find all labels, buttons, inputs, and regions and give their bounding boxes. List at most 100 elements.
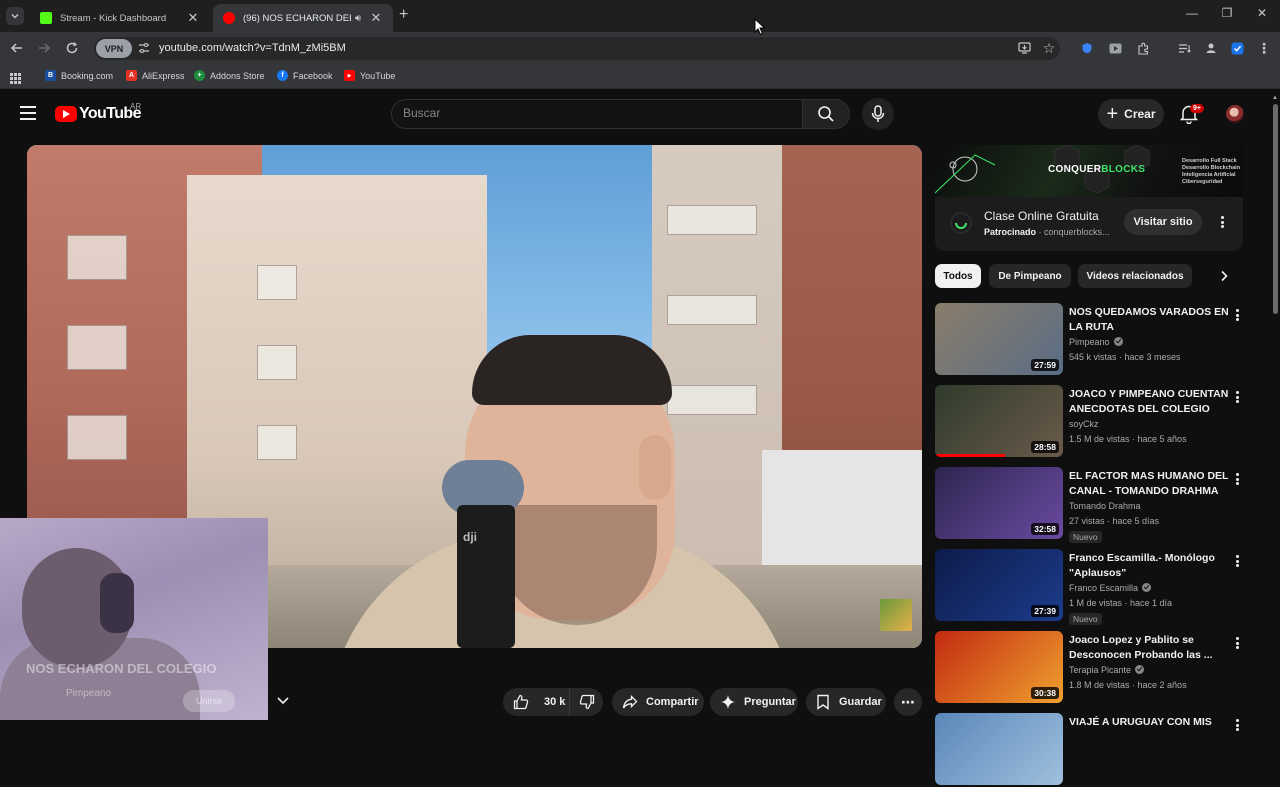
video-title[interactable]: Franco Escamilla.- Monólogo "Aplausos" <box>1069 551 1229 581</box>
chip-de-pimpeano[interactable]: De Pimpeano <box>989 264 1071 288</box>
video-more-icon[interactable] <box>1232 389 1242 405</box>
extension-shield-icon[interactable] <box>1080 41 1094 55</box>
chip-todos[interactable]: Todos <box>935 264 981 288</box>
channel-name[interactable]: Tomando Drahma <box>1069 501 1141 511</box>
video-duration: 27:39 <box>1031 605 1059 617</box>
browser-tab-strip: Stream - Kick Dashboard ✕ (96) NOS ECHAR… <box>0 0 1280 32</box>
chip-videos-relacionados[interactable]: Videos relacionados <box>1078 264 1192 288</box>
create-label: Crear <box>1124 107 1156 121</box>
bookmark-aliexpress[interactable]: A AliExpress <box>126 70 185 81</box>
search-input[interactable]: Buscar <box>403 106 440 120</box>
headset-icon <box>100 573 134 633</box>
video-thumbnail[interactable]: 27:59 <box>935 303 1063 375</box>
extension-video-icon[interactable] <box>1108 41 1122 55</box>
video-more-icon[interactable] <box>1232 553 1242 569</box>
reading-list-icon[interactable] <box>1177 41 1191 55</box>
video-thumbnail[interactable] <box>935 713 1063 785</box>
user-avatar[interactable] <box>1226 105 1244 123</box>
profile-icon[interactable] <box>1204 41 1218 55</box>
close-window-icon[interactable]: ✕ <box>1245 6 1279 20</box>
recommended-video[interactable]: 28:58 JOACO Y PIMPEANO CUENTAN ANECDOTAS D… <box>935 385 1245 459</box>
tab-search-chevron-icon[interactable] <box>6 7 24 25</box>
new-tab-button[interactable]: + <box>399 6 408 24</box>
audio-playing-icon[interactable]: 🔊︎ <box>351 13 365 24</box>
video-meta: 1.8 M de vistas · hace 2 años <box>1069 680 1187 690</box>
tab-kick-dashboard[interactable]: Stream - Kick Dashboard ✕ <box>30 4 210 32</box>
video-more-icon[interactable] <box>1232 717 1242 733</box>
search-button[interactable] <box>802 99 850 129</box>
video-thumbnail[interactable]: 27:39 <box>935 549 1063 621</box>
expand-chevron-icon[interactable] <box>275 692 291 708</box>
recommended-video[interactable]: 27:39 Franco Escamilla.- Monólogo "Aplauso… <box>935 549 1245 625</box>
bookmark-save-icon <box>817 694 829 710</box>
ad-more-icon[interactable] <box>1217 214 1227 230</box>
video-thumbnail[interactable]: 30:38 <box>935 631 1063 703</box>
ask-button[interactable]: Preguntar <box>710 688 798 716</box>
close-tab-icon[interactable]: ✕ <box>369 10 383 26</box>
share-button[interactable]: Compartir <box>612 688 704 716</box>
like-button[interactable]: 30 k <box>503 688 569 716</box>
bookmark-booking[interactable]: B Booking.com <box>45 70 113 81</box>
create-button[interactable]: + Crear <box>1098 99 1164 129</box>
reload-icon[interactable] <box>64 40 80 56</box>
channel-name[interactable]: Franco Escamilla <box>1069 583 1152 593</box>
forward-arrow-icon[interactable] <box>36 40 52 56</box>
bookmark-facebook[interactable]: f Facebook <box>277 70 333 81</box>
video-title[interactable]: NOS QUEDAMOS VARADOS EN LA RUTA <box>1069 305 1229 335</box>
minimize-icon[interactable]: — <box>1175 6 1209 20</box>
save-button[interactable]: Guardar <box>806 688 886 716</box>
channel-name[interactable]: soyCkz <box>1069 419 1099 429</box>
back-arrow-icon[interactable] <box>9 40 25 56</box>
ad-title[interactable]: Clase Online Gratuita <box>984 209 1099 223</box>
site-settings-icon[interactable] <box>137 41 151 55</box>
browser-menu-icon[interactable]: ⋮ <box>1257 40 1271 56</box>
bookmark-star-icon[interactable]: ☆ <box>1042 40 1056 56</box>
bookmark-youtube[interactable]: ▶ YouTube <box>344 70 395 81</box>
chevron-right-icon[interactable] <box>1214 266 1234 286</box>
dislike-button[interactable] <box>569 688 603 716</box>
recommended-video[interactable]: 27:59 NOS QUEDAMOS VARADOS EN LA RUTA Pimpe… <box>935 303 1245 377</box>
thumbs-up-icon <box>513 694 529 710</box>
recommended-video[interactable]: 30:38 Joaco Lopez y Pablito se Desconocen … <box>935 631 1245 705</box>
voice-search-button[interactable] <box>862 98 894 130</box>
recommended-video[interactable]: VIAJÉ A URUGUAY CON MIS <box>935 713 1245 787</box>
tab-title: (96) NOS ECHARON DEL COL <box>243 12 351 24</box>
addons-store-icon: + <box>194 70 205 81</box>
channel-watermark[interactable] <box>880 599 912 631</box>
url-text[interactable]: youtube.com/watch?v=TdnM_zMi5BM <box>159 42 346 54</box>
vpn-badge[interactable]: VPN <box>96 39 132 58</box>
extensions-puzzle-icon[interactable] <box>1136 41 1150 55</box>
bookmark-addons-store[interactable]: + Addons Store <box>194 70 265 81</box>
more-actions-icon[interactable]: ⋯ <box>894 688 922 716</box>
video-title[interactable]: JOACO Y PIMPEANO CUENTAN ANECDOTAS DEL CO… <box>1069 387 1229 417</box>
scrollbar-thumb[interactable] <box>1273 104 1278 314</box>
channel-name[interactable]: Pimpeano <box>1069 337 1123 347</box>
scroll-up-arrow-icon[interactable]: ▲ <box>1272 95 1278 101</box>
video-thumbnail[interactable]: 32:58 <box>935 467 1063 539</box>
search-box[interactable] <box>391 99 802 129</box>
menu-hamburger-icon[interactable] <box>20 106 36 120</box>
extension-check-icon[interactable] <box>1230 41 1244 55</box>
close-tab-icon[interactable]: ✕ <box>186 10 200 26</box>
join-button-faded[interactable]: Unirse <box>183 690 235 712</box>
channel-name-faded: Pimpeano <box>66 688 112 699</box>
install-app-icon[interactable] <box>1017 41 1031 55</box>
youtube-logo[interactable]: YouTube <box>55 105 141 123</box>
apps-grid-icon[interactable] <box>10 71 21 89</box>
video-more-icon[interactable] <box>1232 635 1242 651</box>
video-title[interactable]: Joaco Lopez y Pablito se Desconocen Proba… <box>1069 633 1229 663</box>
video-thumbnail[interactable]: 28:58 <box>935 385 1063 457</box>
video-more-icon[interactable] <box>1232 307 1242 323</box>
video-title[interactable]: EL FACTOR MAS HUMANO DEL CANAL - TOMANDO … <box>1069 469 1229 499</box>
visit-site-button[interactable]: Visitar sitio <box>1124 209 1202 235</box>
bookmark-label: Booking.com <box>61 70 114 81</box>
recommended-video[interactable]: 32:58 EL FACTOR MAS HUMANO DEL CANAL - TOM… <box>935 467 1245 543</box>
bookmark-label: Facebook <box>293 70 333 81</box>
video-title[interactable]: VIAJÉ A URUGUAY CON MIS <box>1069 715 1229 730</box>
channel-name[interactable]: Terapia Picante <box>1069 665 1145 675</box>
thumbs-down-icon <box>579 694 594 710</box>
restore-icon[interactable]: ❐ <box>1210 6 1244 20</box>
tab-youtube[interactable]: (96) NOS ECHARON DEL COL 🔊︎ ✕ <box>213 4 393 32</box>
video-more-icon[interactable] <box>1232 471 1242 487</box>
verified-check-icon <box>1135 665 1145 674</box>
